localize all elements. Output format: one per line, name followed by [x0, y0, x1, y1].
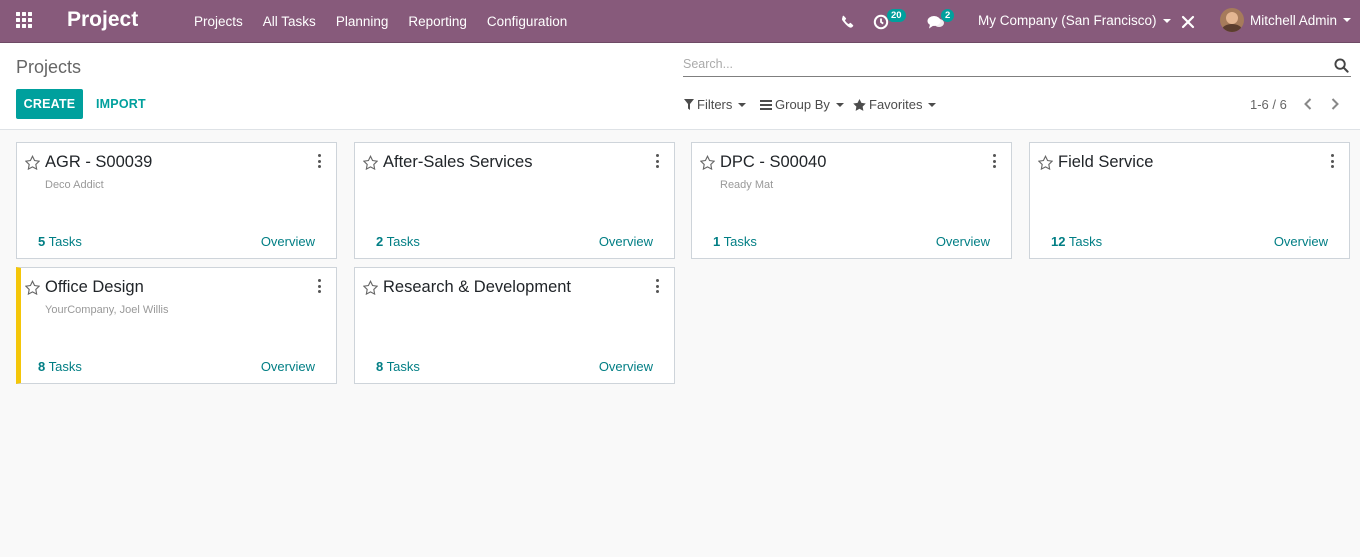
menu-item-reporting[interactable]: Reporting — [408, 14, 467, 29]
favorite-star-icon[interactable] — [363, 280, 378, 295]
tasks-label: Tasks — [48, 359, 82, 374]
user-menu[interactable]: Mitchell Admin — [1220, 8, 1352, 32]
project-name[interactable]: Research & Development — [383, 278, 571, 297]
overview-link[interactable]: Overview — [936, 234, 990, 249]
tasks-label: Tasks — [48, 234, 82, 249]
project-name[interactable]: DPC - S00040 — [720, 153, 826, 172]
top-navbar: Project Projects All Tasks Planning Repo… — [0, 0, 1360, 43]
tasks-count: 5 — [38, 234, 46, 249]
card-menu-icon[interactable] — [654, 279, 660, 293]
tasks-link[interactable]: 12 Tasks — [1051, 234, 1102, 249]
card-menu-icon[interactable] — [991, 154, 997, 168]
tasks-link[interactable]: 5 Tasks — [38, 234, 82, 249]
favorites-dropdown[interactable]: Favorites — [853, 97, 937, 112]
star-icon — [853, 98, 866, 111]
overview-link[interactable]: Overview — [1274, 234, 1328, 249]
menu-item-configuration[interactable]: Configuration — [487, 14, 567, 29]
tasks-count: 2 — [376, 234, 384, 249]
project-customer: Ready Mat — [720, 179, 774, 191]
project-card[interactable]: Office Design YourCompany, Joel Willis 8… — [16, 267, 337, 384]
search-input[interactable] — [683, 55, 1323, 71]
card-menu-icon[interactable] — [654, 154, 660, 168]
favorite-star-icon[interactable] — [25, 155, 40, 170]
activity-clock-icon[interactable] — [873, 0, 889, 43]
project-name[interactable]: After-Sales Services — [383, 153, 532, 172]
favorite-star-icon[interactable] — [25, 280, 40, 295]
tasks-label: Tasks — [723, 234, 757, 249]
card-menu-icon[interactable] — [316, 279, 322, 293]
import-button[interactable]: IMPORT — [88, 89, 154, 119]
group-by-label: Group By — [775, 97, 830, 112]
phone-icon[interactable] — [841, 0, 854, 43]
project-customer: YourCompany, Joel Willis — [45, 304, 169, 316]
card-menu-icon[interactable] — [316, 154, 322, 168]
project-name[interactable]: Office Design — [45, 278, 144, 297]
favorite-star-icon[interactable] — [363, 155, 378, 170]
tasks-label: Tasks — [386, 359, 420, 374]
tasks-link[interactable]: 8 Tasks — [38, 359, 82, 374]
filters-dropdown[interactable]: Filters — [684, 97, 747, 112]
company-name: My Company (San Francisco) — [978, 13, 1157, 28]
chevron-down-icon — [928, 102, 937, 107]
project-card[interactable]: After-Sales Services 2 Tasks Overview — [354, 142, 675, 259]
activity-count-badge: 20 — [887, 9, 906, 22]
control-panel: Projects CREATE IMPORT Filters Group By … — [0, 43, 1360, 130]
user-name: Mitchell Admin — [1250, 12, 1338, 28]
menu-item-projects[interactable]: Projects — [194, 14, 243, 29]
search-icon[interactable] — [1334, 58, 1349, 73]
tasks-count: 12 — [1051, 234, 1066, 249]
avatar — [1220, 8, 1244, 32]
search-bar — [683, 55, 1351, 77]
menu-item-planning[interactable]: Planning — [336, 14, 389, 29]
pager-previous-button[interactable] — [1298, 93, 1318, 115]
overview-link[interactable]: Overview — [261, 234, 315, 249]
favorites-label: Favorites — [869, 97, 923, 112]
breadcrumb: Projects — [16, 57, 82, 77]
project-name[interactable]: Field Service — [1058, 153, 1153, 172]
tasks-link[interactable]: 8 Tasks — [376, 359, 420, 374]
pager-value[interactable]: 1-6 / 6 — [1250, 97, 1287, 112]
card-menu-icon[interactable] — [1329, 154, 1335, 168]
tasks-count: 1 — [713, 234, 721, 249]
project-card[interactable]: DPC - S00040 Ready Mat 1 Tasks Overview — [691, 142, 1012, 259]
messages-chat-icon[interactable] — [927, 0, 945, 43]
project-card[interactable]: Research & Development 8 Tasks Overview — [354, 267, 675, 384]
group-by-dropdown[interactable]: Group By — [760, 97, 844, 112]
filter-icon — [684, 99, 694, 110]
debug-tools-icon[interactable] — [1181, 0, 1195, 43]
overview-link[interactable]: Overview — [599, 234, 653, 249]
chevron-right-icon — [1331, 98, 1339, 110]
chevron-left-icon — [1304, 98, 1312, 110]
project-customer: Deco Addict — [45, 179, 104, 191]
favorite-star-icon[interactable] — [700, 155, 715, 170]
chevron-down-icon — [835, 102, 844, 107]
tasks-link[interactable]: 1 Tasks — [713, 234, 757, 249]
project-name[interactable]: AGR - S00039 — [45, 153, 152, 172]
messages-count-badge: 2 — [941, 9, 955, 22]
overview-link[interactable]: Overview — [599, 359, 653, 374]
favorite-star-icon[interactable] — [1038, 155, 1053, 170]
apps-menu-icon[interactable] — [16, 12, 34, 30]
main-menu: Projects All Tasks Planning Reporting Co… — [194, 0, 587, 43]
chevron-down-icon — [738, 102, 747, 107]
tasks-label: Tasks — [386, 234, 420, 249]
tasks-count: 8 — [38, 359, 46, 374]
pager-next-button[interactable] — [1325, 93, 1345, 115]
tasks-count: 8 — [376, 359, 384, 374]
chevron-down-icon — [1343, 18, 1352, 22]
tasks-link[interactable]: 2 Tasks — [376, 234, 420, 249]
overview-link[interactable]: Overview — [261, 359, 315, 374]
menu-item-all-tasks[interactable]: All Tasks — [263, 14, 316, 29]
tasks-label: Tasks — [1068, 234, 1103, 249]
app-name[interactable]: Project — [67, 8, 138, 32]
project-card[interactable]: AGR - S00039 Deco Addict 5 Tasks Overvie… — [16, 142, 337, 259]
project-card[interactable]: Field Service 12 Tasks Overview — [1029, 142, 1350, 259]
chevron-down-icon — [1162, 19, 1171, 24]
list-icon — [760, 99, 772, 110]
filters-label: Filters — [697, 97, 733, 112]
company-switcher[interactable]: My Company (San Francisco) — [978, 13, 1171, 28]
create-button[interactable]: CREATE — [16, 89, 83, 119]
